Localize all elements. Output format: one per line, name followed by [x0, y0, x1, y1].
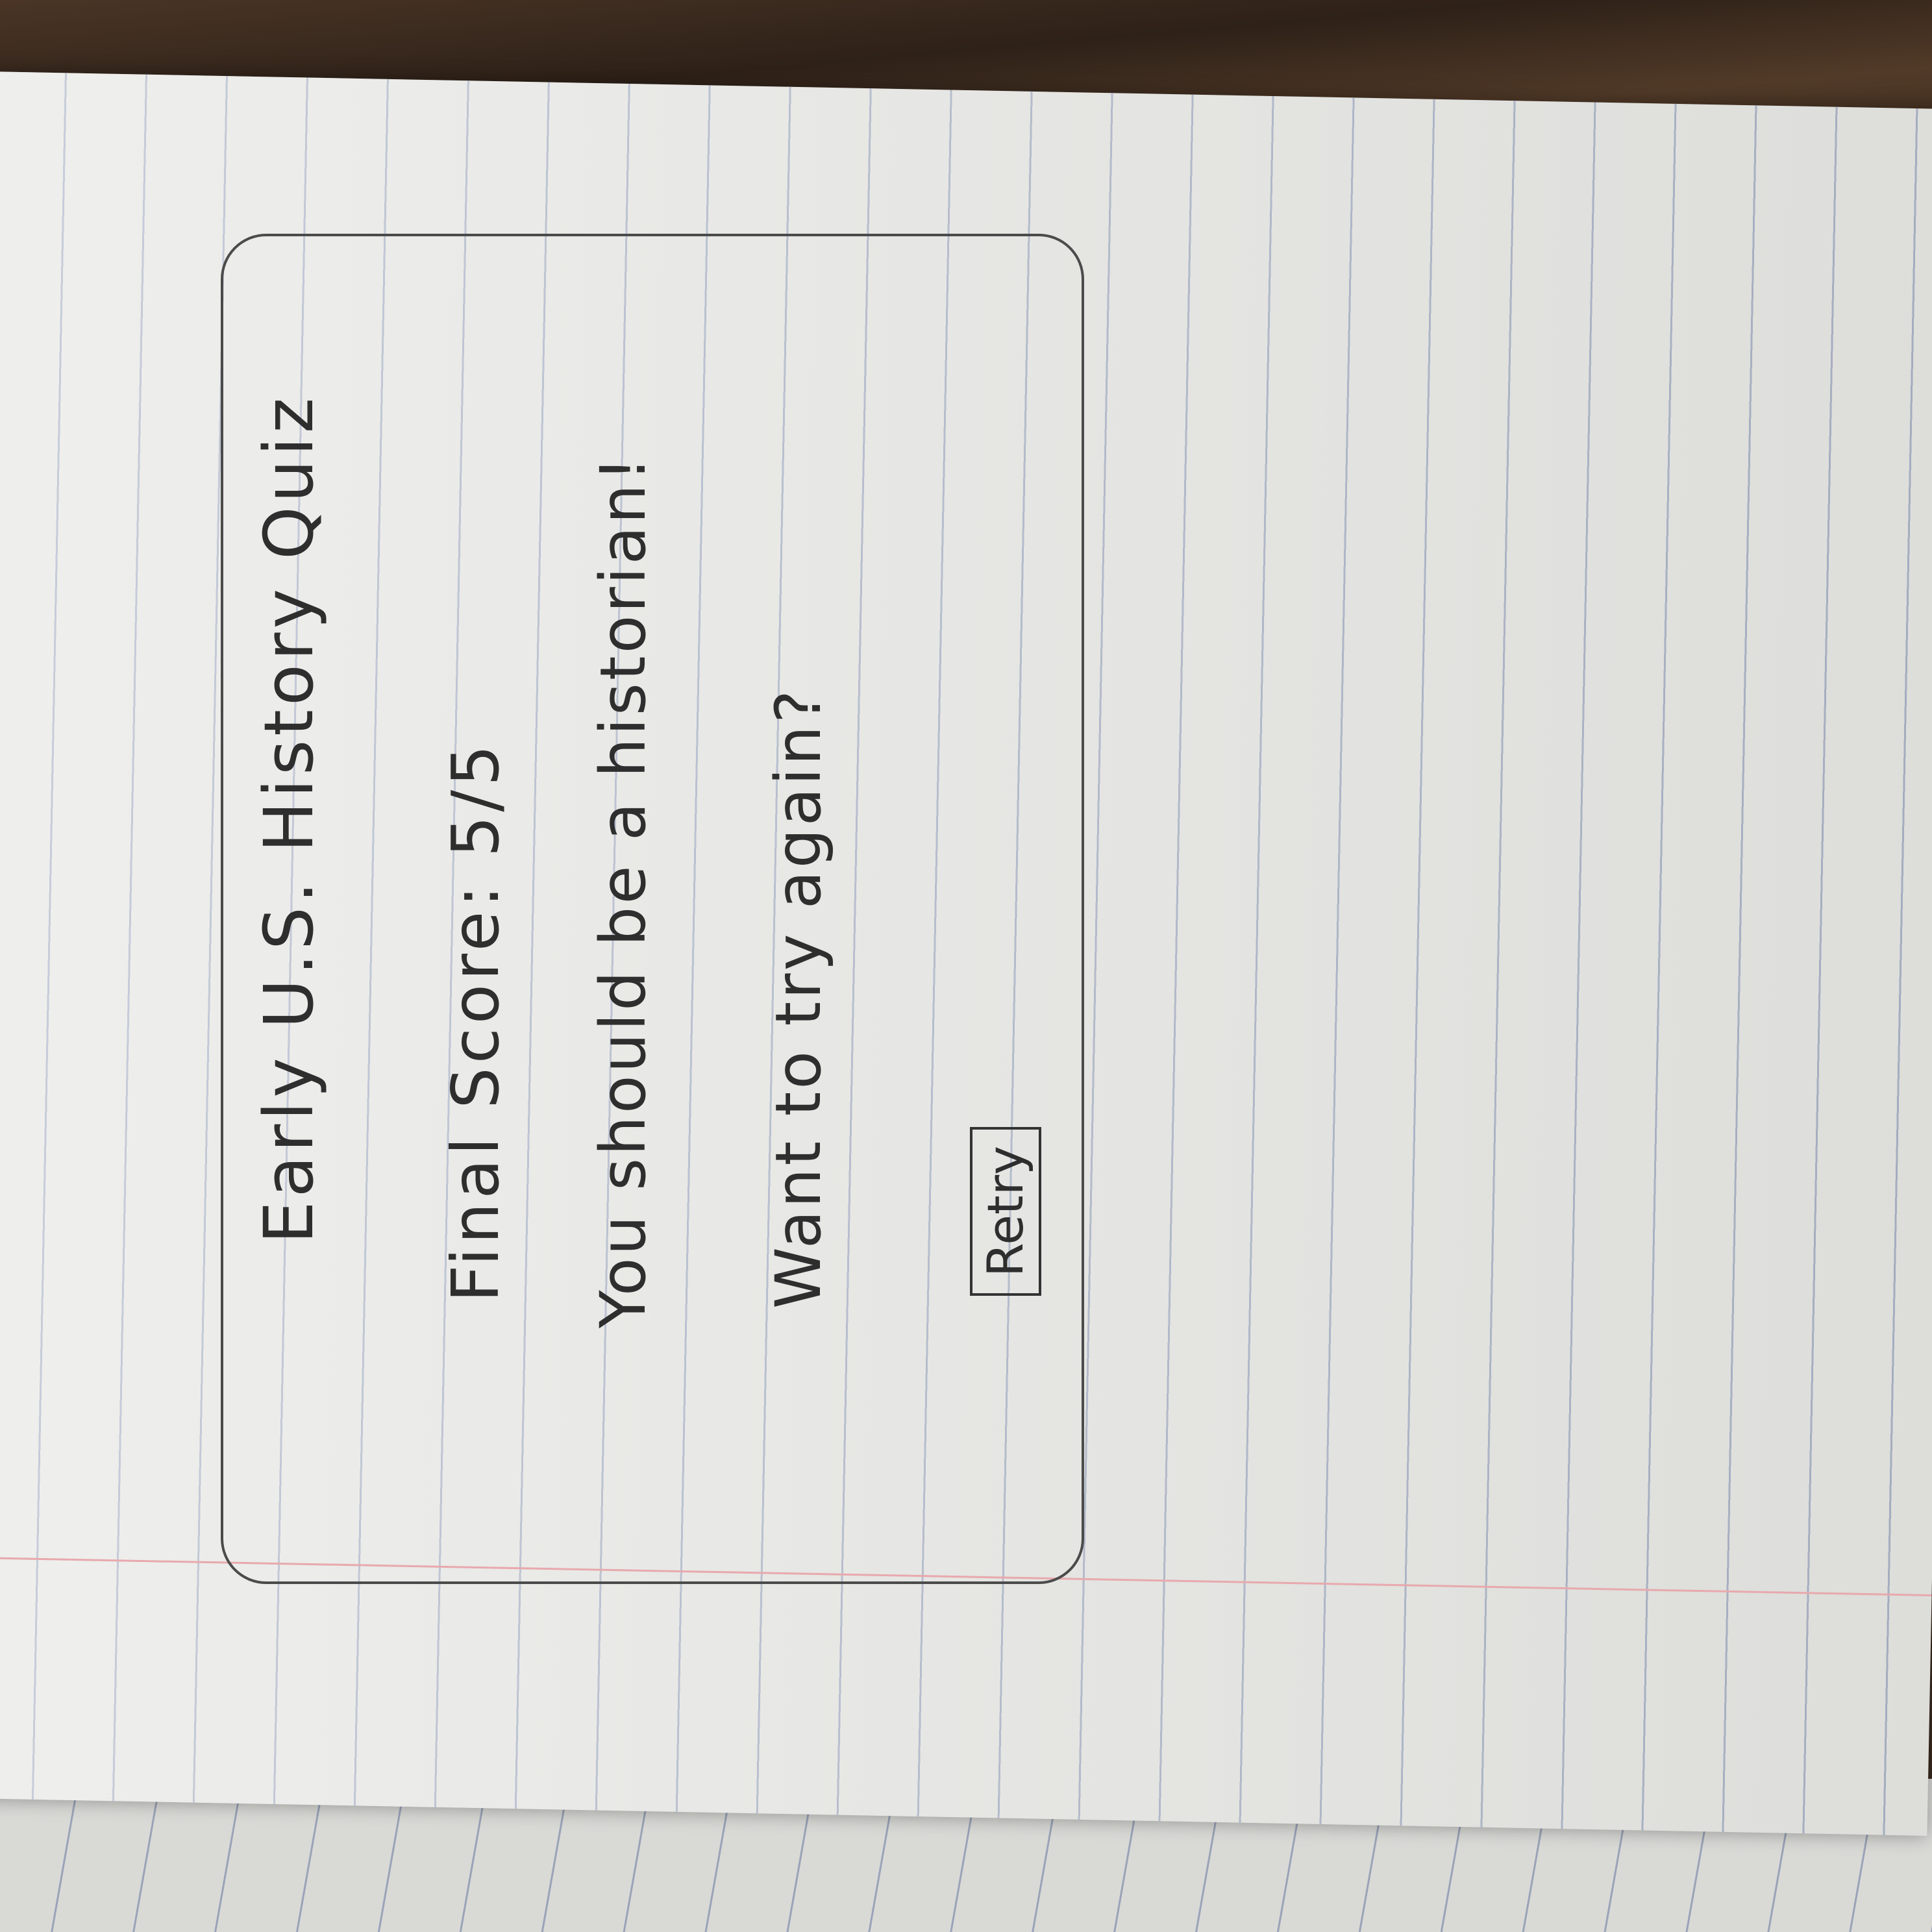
retry-button[interactable]: Retry [970, 1127, 1041, 1296]
photo-scene: Early U.S. History Quiz Final Score: 5/5… [0, 0, 1932, 1932]
quiz-results-card: Early U.S. History Quiz Final Score: 5/5… [221, 234, 1084, 1584]
result-message: You should be a historian! [587, 454, 660, 1328]
retry-prompt: Want to try again? [762, 687, 835, 1309]
quiz-title: Early U.S. History Quiz [249, 393, 328, 1244]
wireframe-rotated-layer: Early U.S. History Quiz Final Score: 5/5… [221, 234, 1084, 1584]
final-score: Final Score: 5/5 [438, 741, 514, 1302]
